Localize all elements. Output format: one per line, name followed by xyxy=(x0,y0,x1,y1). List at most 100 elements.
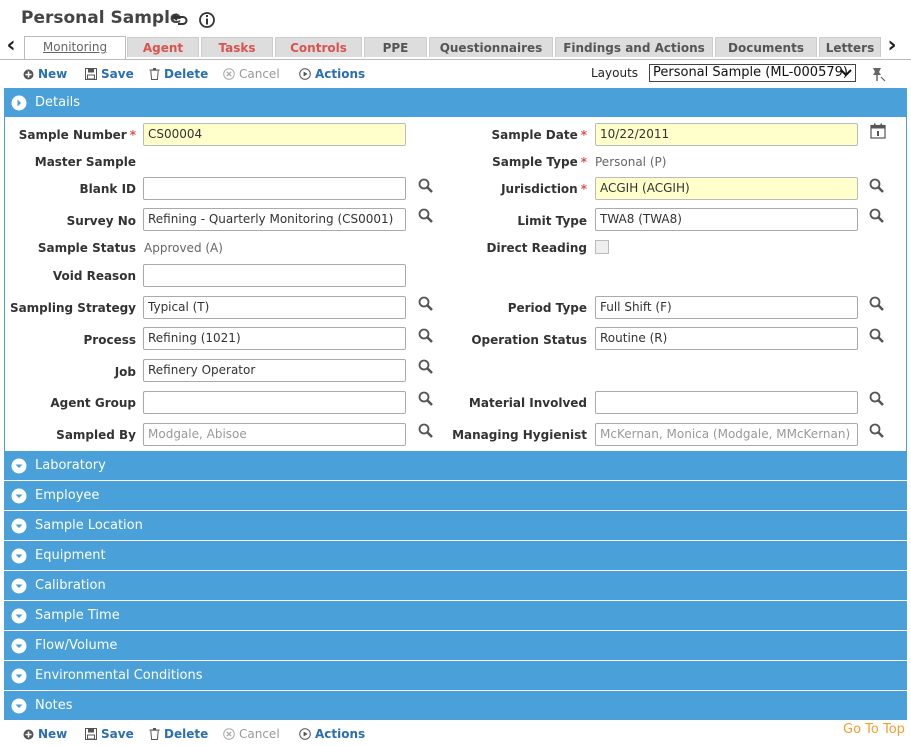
info-icon[interactable] xyxy=(198,11,216,29)
actions-label: Actions xyxy=(315,727,366,741)
go-to-top-link[interactable]: Go To Top xyxy=(843,722,905,737)
tab-letters[interactable]: Letters xyxy=(819,37,881,57)
operation-status-label: Operation Status xyxy=(471,333,587,347)
tab-ppe[interactable]: PPE xyxy=(364,37,427,57)
bottom-actions-button[interactable]: Actions xyxy=(299,726,365,742)
section-equipment-header[interactable]: Equipment xyxy=(4,541,907,571)
trash-icon xyxy=(149,728,160,740)
layouts-select[interactable]: Personal Sample (ML-000579) xyxy=(649,64,856,82)
tab-findings-and-actions[interactable]: Findings and Actions xyxy=(555,37,713,57)
sample-status-label: Sample Status xyxy=(37,241,136,255)
undo-icon[interactable] xyxy=(171,11,189,29)
process-search-icon[interactable] xyxy=(417,327,435,345)
master-sample-label: Master Sample xyxy=(34,155,136,169)
process-input[interactable]: Refining (1021) xyxy=(143,327,406,350)
delete-label: Delete xyxy=(164,727,209,741)
sample-type-value: Personal (P) xyxy=(595,155,667,169)
sample-date-input[interactable]: 10/22/2011 xyxy=(595,123,858,146)
sample-number-input[interactable]: CS00004 xyxy=(143,123,406,146)
floppy-disk-icon xyxy=(85,728,97,740)
chevron-down-circle-icon xyxy=(11,488,27,504)
job-input[interactable]: Refinery Operator xyxy=(143,359,406,382)
material-involved-input[interactable] xyxy=(595,391,858,414)
limit-type-search-icon[interactable] xyxy=(868,207,886,225)
section-flow-volume-label: Flow/Volume xyxy=(35,638,118,653)
actions-button[interactable]: Actions xyxy=(299,66,365,82)
bottom-new-button[interactable]: New xyxy=(23,726,67,742)
section-details-header[interactable]: Details xyxy=(4,88,907,118)
bottom-cancel-button[interactable]: Cancel xyxy=(223,726,280,742)
section-notes-label: Notes xyxy=(35,698,73,713)
chevron-down-circle-icon xyxy=(11,638,27,654)
bottom-delete-button[interactable]: Delete xyxy=(149,726,208,742)
job-search-icon[interactable] xyxy=(417,358,435,376)
survey-no-input[interactable]: Refining - Quarterly Monitoring (CS0001) xyxy=(143,208,406,231)
section-environmental-conditions-header[interactable]: Environmental Conditions xyxy=(4,661,907,691)
page-title: Personal Sample xyxy=(21,8,182,28)
section-sample-time-header[interactable]: Sample Time xyxy=(4,601,907,631)
survey-no-search-icon[interactable] xyxy=(417,207,435,225)
section-environmental-conditions-label: Environmental Conditions xyxy=(35,668,203,683)
period-type-search-icon[interactable] xyxy=(868,295,886,313)
sample-status-value: Approved (A) xyxy=(144,241,223,255)
blank-id-input[interactable] xyxy=(143,177,406,200)
agent-group-input[interactable] xyxy=(143,391,406,414)
trash-icon xyxy=(149,68,160,80)
new-button[interactable]: New xyxy=(23,66,67,82)
sampling-strategy-search-icon[interactable] xyxy=(417,295,435,313)
cancel-label: Cancel xyxy=(239,727,280,741)
save-label: Save xyxy=(101,67,134,81)
chevron-down-icon xyxy=(840,69,852,77)
tab-scroll-left-icon[interactable]: ‹ xyxy=(2,35,20,59)
section-calibration-header[interactable]: Calibration xyxy=(4,571,907,601)
managing-hygienist-input[interactable]: McKernan, Monica (Modgale, MMcKernan) xyxy=(595,423,858,446)
operation-status-input[interactable]: Routine (R) xyxy=(595,327,858,350)
chevron-down-circle-icon xyxy=(11,668,27,684)
delete-button[interactable]: Delete xyxy=(149,66,208,82)
chevron-down-circle-icon xyxy=(11,578,27,594)
agent-group-search-icon[interactable] xyxy=(417,390,435,408)
section-notes-header[interactable]: Notes xyxy=(4,691,907,721)
save-button[interactable]: Save xyxy=(85,66,134,82)
blank-id-search-icon[interactable] xyxy=(417,177,435,195)
limit-type-label: Limit Type xyxy=(517,214,587,228)
sample-type-label: Sample Type * xyxy=(492,155,587,169)
cancel-label: Cancel xyxy=(239,67,280,81)
plus-circle-icon xyxy=(23,69,34,80)
blank-id-label: Blank ID xyxy=(79,182,136,196)
tab-scroll-right-icon[interactable]: › xyxy=(883,35,901,59)
jurisdiction-input[interactable]: ACGIH (ACGIH) xyxy=(595,177,858,200)
section-sample-location-label: Sample Location xyxy=(35,518,143,533)
section-employee-header[interactable]: Employee xyxy=(4,481,907,511)
limit-type-input[interactable]: TWA8 (TWA8) xyxy=(595,208,858,231)
tab-questionnaires[interactable]: Questionnaires xyxy=(429,37,553,57)
sample-date-label: Sample Date * xyxy=(491,128,587,142)
agent-group-label: Agent Group xyxy=(50,396,136,410)
void-reason-input[interactable] xyxy=(143,264,406,287)
operation-status-search-icon[interactable] xyxy=(868,327,886,345)
calendar-icon[interactable] xyxy=(870,123,886,139)
section-sample-location-header[interactable]: Sample Location xyxy=(4,511,907,541)
sampled-by-search-icon[interactable] xyxy=(417,422,435,440)
period-type-input[interactable]: Full Shift (F) xyxy=(595,296,858,319)
material-involved-search-icon[interactable] xyxy=(868,390,886,408)
section-flow-volume-header[interactable]: Flow/Volume xyxy=(4,631,907,661)
bottom-save-button[interactable]: Save xyxy=(85,726,134,742)
jurisdiction-search-icon[interactable] xyxy=(868,177,886,195)
direct-reading-checkbox[interactable] xyxy=(595,240,609,254)
tab-tasks[interactable]: Tasks xyxy=(201,37,273,57)
tab-agent[interactable]: Agent xyxy=(127,37,199,57)
pin-icon[interactable] xyxy=(869,66,887,82)
managing-hygienist-search-icon[interactable] xyxy=(868,422,886,440)
tab-documents[interactable]: Documents xyxy=(715,37,817,57)
sampled-by-input[interactable]: Modgale, Abisoe xyxy=(143,423,406,446)
sampling-strategy-input[interactable]: Typical (T) xyxy=(143,296,406,319)
tab-monitoring[interactable]: Monitoring xyxy=(24,36,126,59)
tab-controls[interactable]: Controls xyxy=(275,37,362,57)
cancel-button[interactable]: Cancel xyxy=(223,66,280,82)
chevron-right-circle-icon xyxy=(11,95,27,111)
section-laboratory-header[interactable]: Laboratory xyxy=(4,451,907,481)
layouts-select-value: Personal Sample (ML-000579) xyxy=(653,65,848,80)
play-circle-icon xyxy=(299,68,311,80)
play-circle-icon xyxy=(299,728,311,740)
